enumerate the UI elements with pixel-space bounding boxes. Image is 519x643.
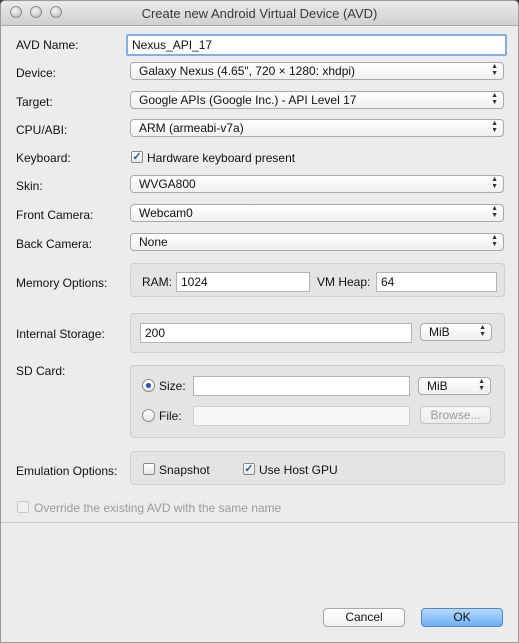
device-select-value: Galaxy Nexus (4.65", 720 × 1280: xhdpi)	[139, 64, 356, 78]
front-camera-select-value: Webcam0	[139, 206, 193, 220]
internal-storage-unit-value: MiB	[429, 325, 450, 339]
sd-size-input[interactable]	[193, 376, 410, 396]
internal-storage-unit-select[interactable]: MiB ▲ ▼	[420, 323, 492, 341]
ram-label: RAM:	[142, 275, 172, 289]
memory-options-label: Memory Options:	[16, 276, 108, 290]
sd-file-radio[interactable]	[142, 409, 155, 422]
skin-select[interactable]: WVGA800 ▲ ▼	[130, 175, 504, 193]
back-camera-select-value: None	[139, 235, 168, 249]
avd-dialog: Create new Android Virtual Device (AVD) …	[0, 0, 519, 643]
override-label: Override the existing AVD with the same …	[34, 501, 282, 515]
ok-button[interactable]: OK	[421, 608, 503, 627]
internal-storage-label: Internal Storage:	[16, 327, 105, 341]
updown-arrows-icon: ▲ ▼	[479, 324, 486, 338]
updown-arrows-icon: ▲ ▼	[491, 120, 498, 134]
divider	[1, 522, 518, 523]
use-host-gpu-checkbox[interactable]: ✓	[243, 463, 255, 475]
vm-heap-label: VM Heap:	[317, 275, 371, 289]
snapshot-label: Snapshot	[159, 463, 210, 477]
radio-selected-dot	[146, 383, 151, 388]
device-select[interactable]: Galaxy Nexus (4.65", 720 × 1280: xhdpi) …	[130, 62, 504, 80]
skin-label: Skin:	[16, 179, 43, 193]
use-host-gpu-label: Use Host GPU	[259, 463, 338, 477]
front-camera-label: Front Camera:	[16, 208, 94, 222]
sd-size-unit-value: MiB	[427, 379, 448, 393]
device-label: Device:	[16, 66, 57, 80]
sd-size-radio[interactable]	[142, 379, 155, 392]
target-select[interactable]: Google APIs (Google Inc.) - API Level 17…	[130, 91, 504, 109]
skin-select-value: WVGA800	[139, 177, 196, 191]
sd-file-label: File:	[159, 409, 182, 423]
back-camera-select[interactable]: None ▲ ▼	[130, 233, 504, 251]
front-camera-select[interactable]: Webcam0 ▲ ▼	[130, 204, 504, 222]
target-label: Target:	[16, 95, 53, 109]
window-title: Create new Android Virtual Device (AVD)	[141, 6, 378, 21]
memory-options-group: RAM: 1024 VM Heap: 64	[130, 263, 505, 297]
back-camera-label: Back Camera:	[16, 237, 93, 251]
emulation-options-label: Emulation Options:	[16, 464, 118, 478]
keyboard-label: Keyboard:	[16, 151, 71, 165]
updown-arrows-icon: ▲ ▼	[491, 205, 498, 219]
cancel-button[interactable]: Cancel	[323, 608, 405, 627]
emulation-options-group: Snapshot ✓ Use Host GPU	[130, 451, 505, 485]
cpu-abi-select[interactable]: ARM (armeabi-v7a) ▲ ▼	[130, 119, 504, 137]
internal-storage-input[interactable]: 200	[140, 323, 412, 343]
sd-card-group: Size: MiB ▲ ▼ File: Browse...	[130, 365, 505, 438]
hardware-keyboard-checkbox[interactable]: ✓	[131, 151, 143, 163]
snapshot-checkbox[interactable]	[143, 463, 155, 475]
browse-button[interactable]: Browse...	[420, 406, 491, 424]
cpu-abi-select-value: ARM (armeabi-v7a)	[139, 121, 244, 135]
vm-heap-input[interactable]: 64	[376, 272, 497, 292]
target-select-value: Google APIs (Google Inc.) - API Level 17	[139, 93, 357, 107]
hardware-keyboard-label: Hardware keyboard present	[147, 151, 296, 165]
updown-arrows-icon: ▲ ▼	[491, 176, 498, 190]
avd-name-label: AVD Name:	[16, 38, 79, 52]
updown-arrows-icon: ▲ ▼	[491, 92, 498, 106]
sd-card-label: SD Card:	[16, 364, 66, 378]
sd-size-unit-select[interactable]: MiB ▲ ▼	[418, 377, 491, 395]
override-checkbox[interactable]	[17, 501, 29, 513]
cpu-abi-label: CPU/ABI:	[16, 123, 68, 137]
internal-storage-group: 200 MiB ▲ ▼	[130, 313, 505, 353]
avd-name-input[interactable]: Nexus_API_17	[126, 34, 507, 56]
updown-arrows-icon: ▲ ▼	[478, 378, 485, 392]
updown-arrows-icon: ▲ ▼	[491, 234, 498, 248]
sd-size-label: Size:	[159, 379, 186, 393]
ram-input[interactable]: 1024	[176, 272, 310, 292]
updown-arrows-icon: ▲ ▼	[491, 63, 498, 77]
title-bar: Create new Android Virtual Device (AVD)	[1, 1, 518, 26]
sd-file-input[interactable]	[193, 406, 410, 426]
